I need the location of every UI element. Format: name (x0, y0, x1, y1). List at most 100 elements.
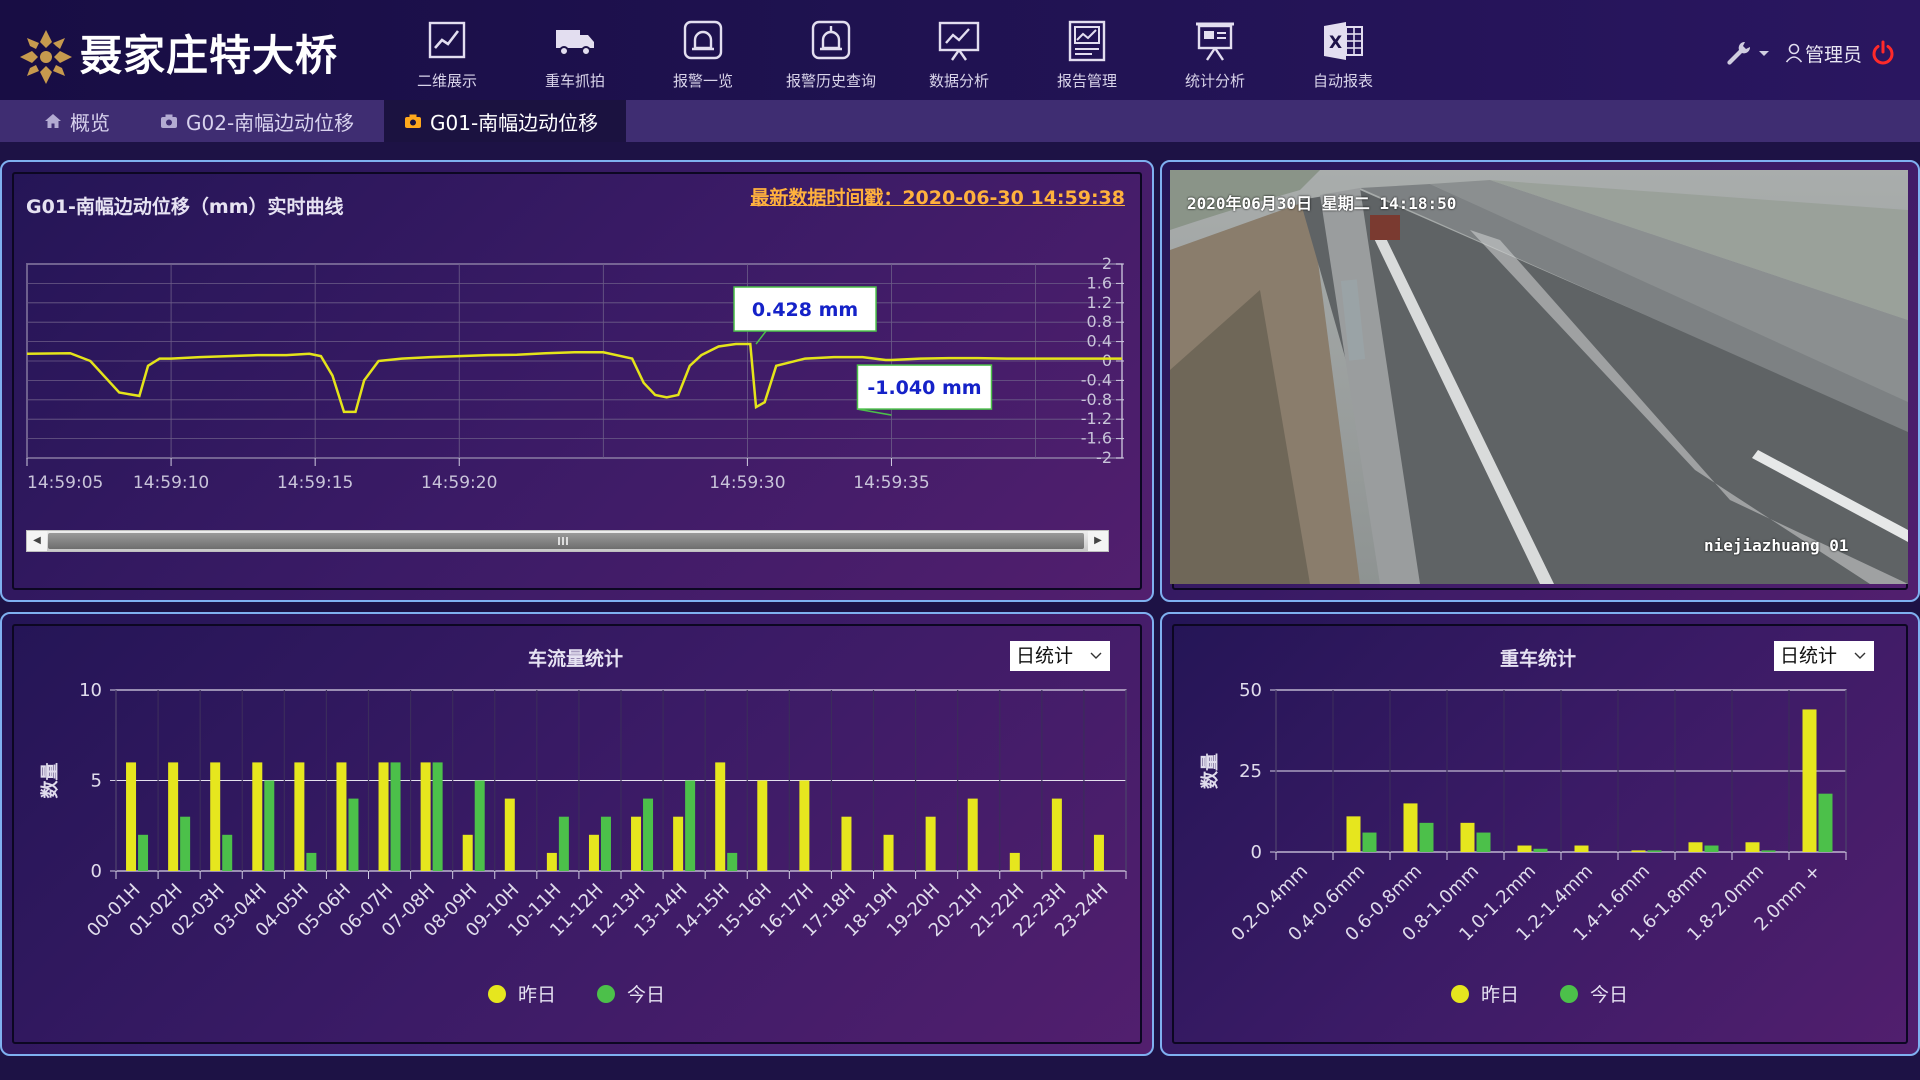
bar-today[interactable] (390, 762, 401, 871)
x-tick-label: 14:59:35 (853, 473, 929, 493)
bar-yesterday[interactable] (1009, 852, 1020, 871)
scroll-left-arrow-icon[interactable]: ◀ (27, 531, 47, 551)
bar-today[interactable] (1476, 832, 1491, 852)
user-name[interactable]: 管理员 (1805, 40, 1862, 67)
bar-yesterday[interactable] (378, 762, 389, 871)
bar-yesterday[interactable] (1574, 845, 1589, 852)
bar-today[interactable] (1818, 793, 1833, 852)
excel-icon: X (1324, 22, 1363, 60)
scroll-right-arrow-icon[interactable]: ▶ (1088, 531, 1108, 551)
tab-overview[interactable]: 概览 (24, 100, 144, 142)
bar-today[interactable] (180, 816, 191, 871)
chevron-down-icon[interactable] (1757, 48, 1771, 58)
truck-icon (556, 30, 594, 56)
bar-today[interactable] (348, 798, 359, 871)
nav-item-7[interactable]: X 自动报表 (1283, 18, 1403, 94)
legend-label: 今日 (1590, 984, 1629, 1006)
bar-yesterday[interactable] (883, 834, 894, 871)
bar-yesterday[interactable] (1688, 842, 1703, 852)
bar-yesterday[interactable] (210, 762, 221, 871)
bar-today[interactable] (558, 816, 569, 871)
traffic-period-value: 日统计 (1016, 645, 1074, 667)
tab-g01[interactable]: G01-南幅边动位移 (384, 100, 626, 142)
bar-yesterday[interactable] (1093, 834, 1104, 871)
nav-item-label: 报警历史查询 (785, 72, 876, 90)
bar-yesterday[interactable] (252, 762, 263, 871)
bar-yesterday[interactable] (504, 798, 515, 871)
legend-today[interactable]: 今日 (597, 980, 665, 1007)
y-tick-label: 1.6 (1087, 273, 1112, 292)
bar-yesterday[interactable] (799, 780, 810, 872)
nav-item-1[interactable]: 重车抓拍 (515, 18, 635, 94)
bar-today[interactable] (727, 852, 738, 871)
bar-today[interactable] (222, 834, 233, 871)
bar-yesterday[interactable] (967, 798, 978, 871)
bar-today[interactable] (264, 780, 275, 872)
traffic-period-select[interactable]: 日统计 (1010, 641, 1110, 671)
bar-yesterday[interactable] (1517, 845, 1532, 852)
bar-yesterday[interactable] (126, 762, 137, 871)
nav-item-3[interactable]: 报警历史查询 (771, 18, 891, 94)
bar-yesterday[interactable] (546, 852, 557, 871)
scroll-thumb[interactable] (48, 533, 1084, 549)
bar-yesterday[interactable] (1802, 709, 1817, 852)
bar-today[interactable] (1647, 850, 1662, 852)
y-axis-label: 数量 (1199, 753, 1221, 789)
bar-yesterday[interactable] (1051, 798, 1062, 871)
bar-yesterday[interactable] (1460, 822, 1475, 852)
wrench-icon[interactable] (1725, 39, 1753, 67)
y-tick-label: -1.2 (1081, 409, 1112, 428)
bar-yesterday[interactable] (841, 816, 852, 871)
time-scrollbar[interactable]: ◀ ▶ (26, 530, 1109, 552)
bar-today[interactable] (1419, 822, 1434, 852)
bar-today[interactable] (1533, 848, 1548, 852)
power-icon[interactable] (1870, 40, 1896, 66)
nav-item-6[interactable]: 统计分析 (1155, 18, 1275, 94)
bar-today[interactable] (1761, 850, 1776, 852)
bar-today[interactable] (138, 834, 149, 871)
home-icon (45, 114, 61, 128)
bar-yesterday[interactable] (1403, 803, 1418, 852)
nav-item-2[interactable]: 报警一览 (643, 18, 763, 94)
bar-yesterday[interactable] (168, 762, 179, 871)
bar-today[interactable] (1704, 845, 1719, 852)
nav-item-0[interactable]: 二维展示 (387, 18, 507, 94)
camera-name: niejiazhuang 01 (1704, 536, 1849, 555)
x-tick-label: 14:59:30 (709, 473, 785, 493)
legend-yesterday[interactable]: 昨日 (1451, 980, 1519, 1007)
legend-yesterday[interactable]: 昨日 (488, 980, 556, 1007)
realtime-line-chart: 21.61.20.80.40-0.4-0.8-1.2-1.6-2 14:59:05… (26, 254, 1124, 493)
legend-dot-today (597, 984, 615, 1003)
nav-item-4[interactable]: 数据分析 (899, 18, 1019, 94)
bar-today[interactable] (1362, 832, 1377, 852)
bar-today[interactable] (600, 816, 611, 871)
camera-icon (161, 114, 177, 128)
bar-yesterday[interactable] (925, 816, 936, 871)
heavy-period-select[interactable]: 日统计 (1774, 641, 1874, 671)
y-axis-label: 数量 (39, 763, 61, 799)
bar-yesterday[interactable] (1745, 842, 1760, 852)
bar-yesterday[interactable] (631, 816, 642, 871)
bar-today[interactable] (685, 780, 696, 872)
bar-yesterday[interactable] (1346, 816, 1361, 852)
y-tick-label: 1.2 (1087, 293, 1112, 312)
bar-yesterday[interactable] (588, 834, 599, 871)
bar-yesterday[interactable] (294, 762, 305, 871)
report-icon (1068, 20, 1106, 62)
bar-today[interactable] (432, 762, 443, 871)
tab-g02[interactable]: G02-南幅边动位移 (140, 100, 380, 142)
bar-yesterday[interactable] (336, 762, 347, 871)
bar-yesterday[interactable] (715, 762, 726, 871)
nav-item-5[interactable]: 报告管理 (1027, 18, 1147, 94)
bar-yesterday[interactable] (1631, 850, 1646, 852)
y-tick-label: 50 (1239, 680, 1262, 701)
bar-today[interactable] (306, 852, 317, 871)
bar-yesterday[interactable] (462, 834, 473, 871)
bar-today[interactable] (643, 798, 654, 871)
legend-today[interactable]: 今日 (1560, 980, 1628, 1007)
bar-today[interactable] (474, 780, 485, 872)
camera-feed[interactable] (1170, 170, 1908, 584)
bar-yesterday[interactable] (673, 816, 684, 871)
bar-yesterday[interactable] (757, 780, 768, 872)
bar-yesterday[interactable] (420, 762, 431, 871)
